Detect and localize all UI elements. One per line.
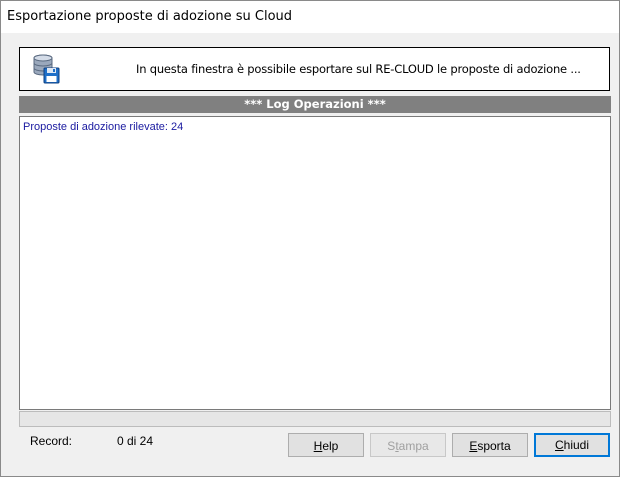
info-message: In questa finestra è possibile esportare… [136, 62, 581, 76]
window-title: Esportazione proposte di adozione su Clo… [7, 9, 293, 24]
database-save-icon [33, 54, 60, 84]
log-title: *** Log Operazioni *** [19, 96, 611, 113]
export-button[interactable]: Esporta [452, 433, 528, 457]
print-button[interactable]: Stampa [370, 433, 446, 457]
progress-bar [19, 411, 611, 427]
info-panel: In questa finestra è possibile esportare… [19, 47, 610, 91]
help-button[interactable]: Help [288, 433, 364, 457]
log-list[interactable]: Proposte di adozione rilevate: 24 [19, 116, 611, 410]
title-bar[interactable]: Esportazione proposte di adozione su Clo… [1, 1, 619, 33]
close-button[interactable]: Chiudi [534, 433, 610, 457]
export-dialog: Esportazione proposte di adozione su Clo… [0, 0, 620, 477]
log-line: Proposte di adozione rilevate: 24 [23, 121, 184, 133]
record-label: Record: [30, 434, 73, 448]
record-counter: 0 di 24 [117, 434, 154, 448]
